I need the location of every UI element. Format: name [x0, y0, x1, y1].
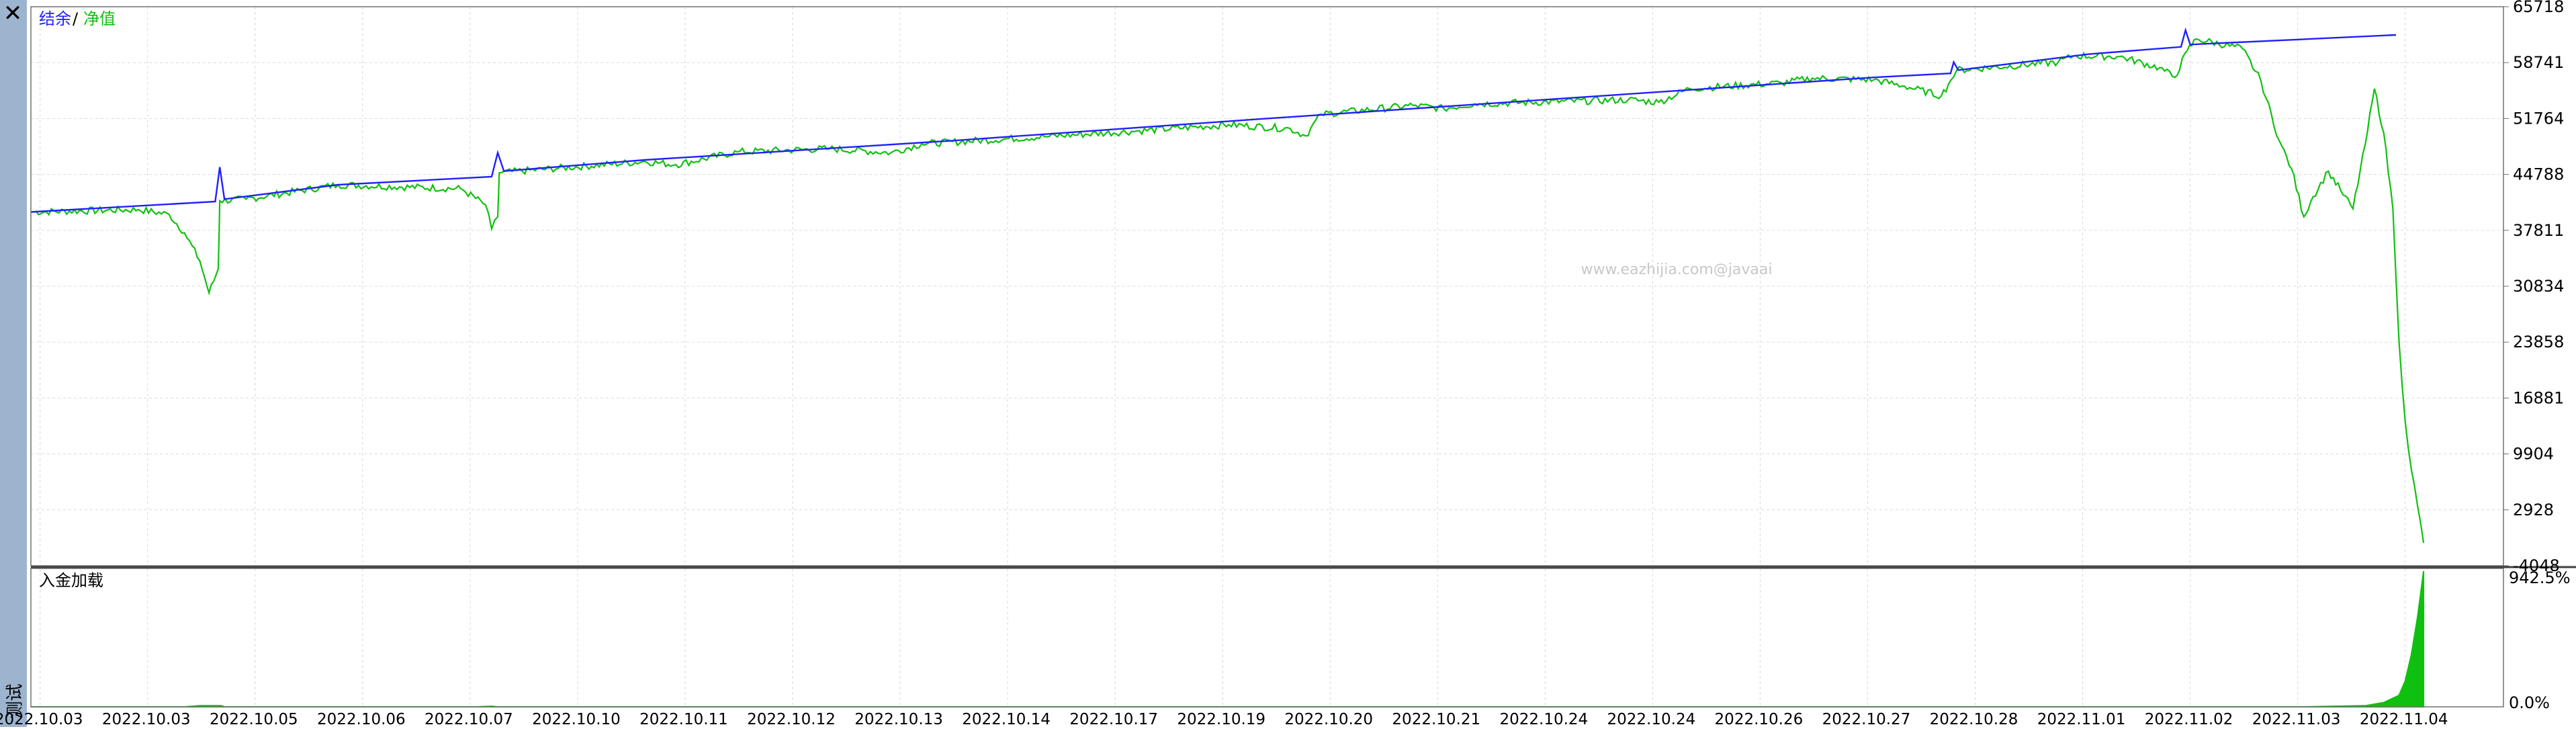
y-tick-label: 44788 — [2513, 165, 2564, 184]
x-tick-label: 2022.10.27 — [1822, 711, 1911, 727]
legend-separator: / — [73, 9, 79, 28]
y-tick-label: 58741 — [2513, 53, 2564, 72]
balance-line — [30, 27, 2397, 213]
x-tick-label: 2022.10.26 — [1715, 711, 1804, 727]
x-tick-label: 2022.10.06 — [317, 711, 406, 727]
x-tick-label: 2022.10.05 — [210, 711, 298, 727]
x-tick-label: 2022.10.07 — [425, 711, 513, 727]
y-tick-label: 65718 — [2513, 0, 2564, 16]
legend-equity-label: 净值 — [83, 9, 116, 28]
x-tick-label: 2022.11.03 — [2252, 711, 2341, 727]
x-tick-label: 2022.10.24 — [1499, 711, 1588, 727]
legend-balance-label: 结余 — [39, 9, 71, 28]
x-tick-label: 2022.10.11 — [639, 711, 728, 727]
x-tick-label: 2022.10.17 — [1069, 711, 1158, 727]
x-tick-label: 2022.10.14 — [962, 711, 1051, 727]
label-layer: 结余 / 净值 入金加载 www.eazhijia.com@javaai 202… — [0, 0, 2571, 727]
y-tick-label: 16881 — [2513, 388, 2564, 407]
x-tick-label: 2022.10.28 — [1930, 711, 2018, 727]
y-tick-label: 30834 — [2513, 277, 2564, 296]
x-tick-label: 2022.10.21 — [1392, 711, 1480, 727]
y-tick-label: 9904 — [2513, 445, 2554, 464]
lower-y-tick-label: 942.5% — [2509, 568, 2571, 587]
x-tick-label: 2022.11.01 — [2037, 711, 2126, 727]
x-tick-label: 2022.10.24 — [1607, 711, 1696, 727]
x-tick-label: 2022.11.04 — [2360, 711, 2448, 727]
x-tick-label: 2022.10.19 — [1177, 711, 1265, 727]
x-tick-label: 2022.10.12 — [747, 711, 836, 727]
lower-pane-frame — [30, 568, 2504, 707]
load-area — [31, 570, 2425, 707]
equity-line — [31, 38, 2425, 544]
watermark-text: www.eazhijia.com@javaai — [1581, 261, 1773, 278]
x-tick-label: 2022.10.03 — [102, 711, 191, 727]
data-layer — [30, 27, 2425, 707]
y-tick-label: 2928 — [2513, 501, 2554, 519]
x-tick-label: 2022.10.10 — [532, 711, 621, 727]
x-tick-label: 2022.11.02 — [2145, 711, 2233, 727]
lower-pane-title: 入金加载 — [39, 571, 103, 590]
frame-layer — [30, 6, 2576, 707]
y-tick-label: 23858 — [2513, 333, 2564, 351]
x-tick-label: 2022.10.13 — [854, 711, 943, 727]
y-tick-label: 37811 — [2513, 221, 2564, 240]
x-tick-label: 2022.10.20 — [1284, 711, 1373, 727]
y-tick-label: 51764 — [2513, 109, 2564, 128]
x-tick-label: 2022.10.03 — [0, 711, 83, 727]
chart-area: 结余 / 净值 入金加载 www.eazhijia.com@javaai 202… — [0, 0, 2576, 727]
lower-y-tick-label: 0.0% — [2509, 693, 2550, 712]
grid-layer — [31, 6, 2503, 707]
